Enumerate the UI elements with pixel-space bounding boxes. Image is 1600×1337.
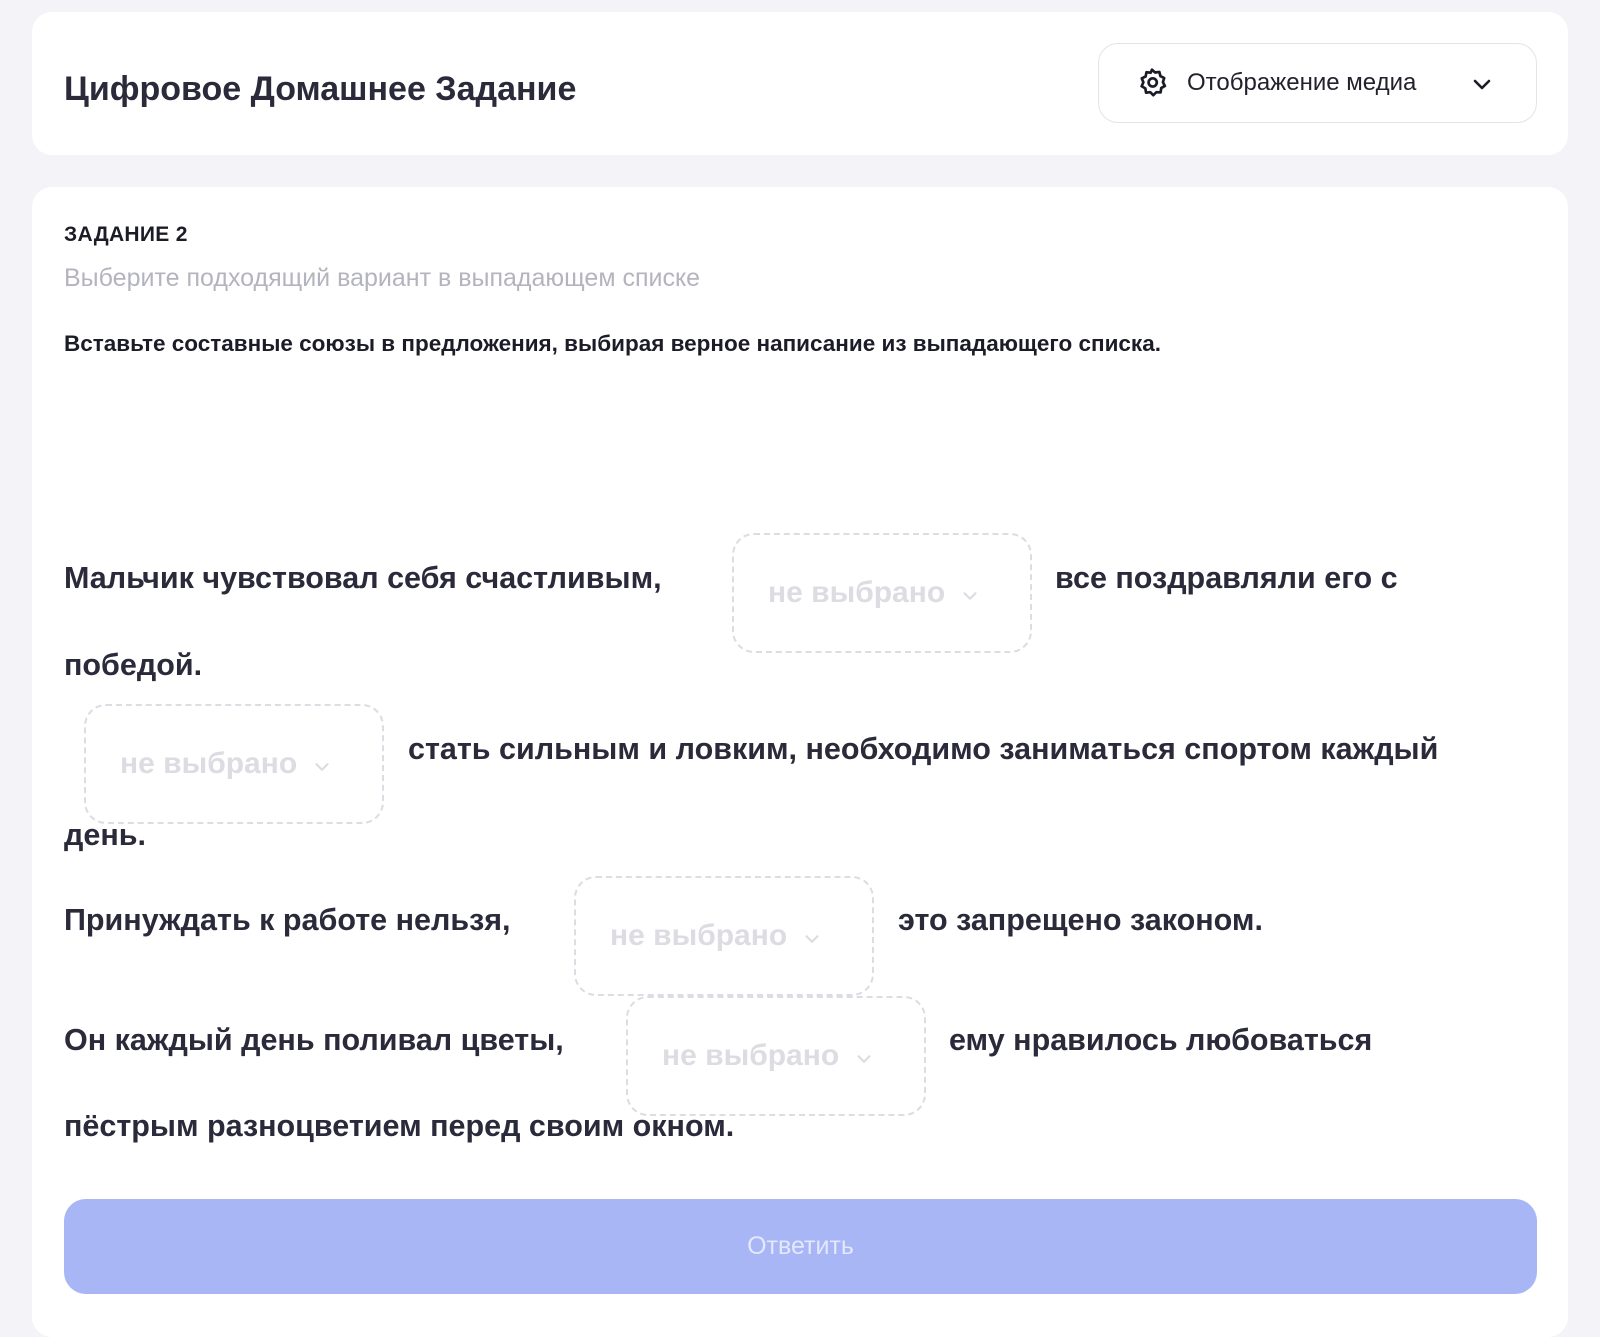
task-card: ЗАДАНИЕ 2 Выберите подходящий вариант в … (32, 187, 1568, 1337)
select-placeholder: не выбрано (610, 919, 788, 952)
media-display-label: Отображение медиа (1187, 69, 1417, 96)
sentence-4-after: ему нравилось любоваться (949, 1023, 1373, 1057)
chevron-down-icon (805, 935, 819, 943)
sentence-4-continuation: пёстрым разноцветием перед своим окном. (64, 1109, 735, 1143)
submit-button[interactable]: Ответить (64, 1199, 1537, 1294)
sentence-1-continuation: победой. (64, 648, 203, 682)
sentence-1-select[interactable]: не выбрано (732, 533, 1032, 653)
app-title: Цифровое Домашнее Задание (64, 70, 577, 108)
gear-icon (1140, 68, 1167, 97)
chevron-down-icon (857, 1055, 871, 1063)
sentence-3-select[interactable]: не выбрано (574, 876, 874, 996)
sentence-1-before: Мальчик чувствовал себя счастливым, (64, 561, 662, 595)
task-instruction: Вставьте составные союзы в предложения, … (64, 331, 1161, 356)
task-number: ЗАДАНИЕ 2 (64, 223, 188, 246)
select-placeholder: не выбрано (662, 1039, 840, 1072)
sentence-2-select[interactable]: не выбрано (84, 704, 384, 824)
sentence-3-after: это запрещено законом. (898, 903, 1263, 937)
chevron-down-icon (315, 763, 329, 771)
sentence-4-select[interactable]: не выбрано (626, 996, 926, 1116)
sentence-2-continuation: день. (64, 818, 146, 852)
sentence-4-before: Он каждый день поливал цветы, (64, 1023, 564, 1057)
select-placeholder: не выбрано (120, 747, 298, 780)
header-card: Цифровое Домашнее Задание Отображение ме… (32, 12, 1568, 155)
select-placeholder: не выбрано (768, 576, 946, 609)
sentence-1-after: все поздравляли его с (1055, 561, 1398, 595)
task-hint: Выберите подходящий вариант в выпадающем… (64, 264, 701, 292)
sentence-3-before: Принуждать к работе нельзя, (64, 903, 511, 937)
chevron-down-icon (963, 592, 977, 600)
sentence-2-after: стать сильным и ловким, необходимо заним… (408, 732, 1439, 766)
media-display-dropdown[interactable]: Отображение медиа (1098, 43, 1537, 123)
chevron-down-icon (1473, 79, 1491, 90)
